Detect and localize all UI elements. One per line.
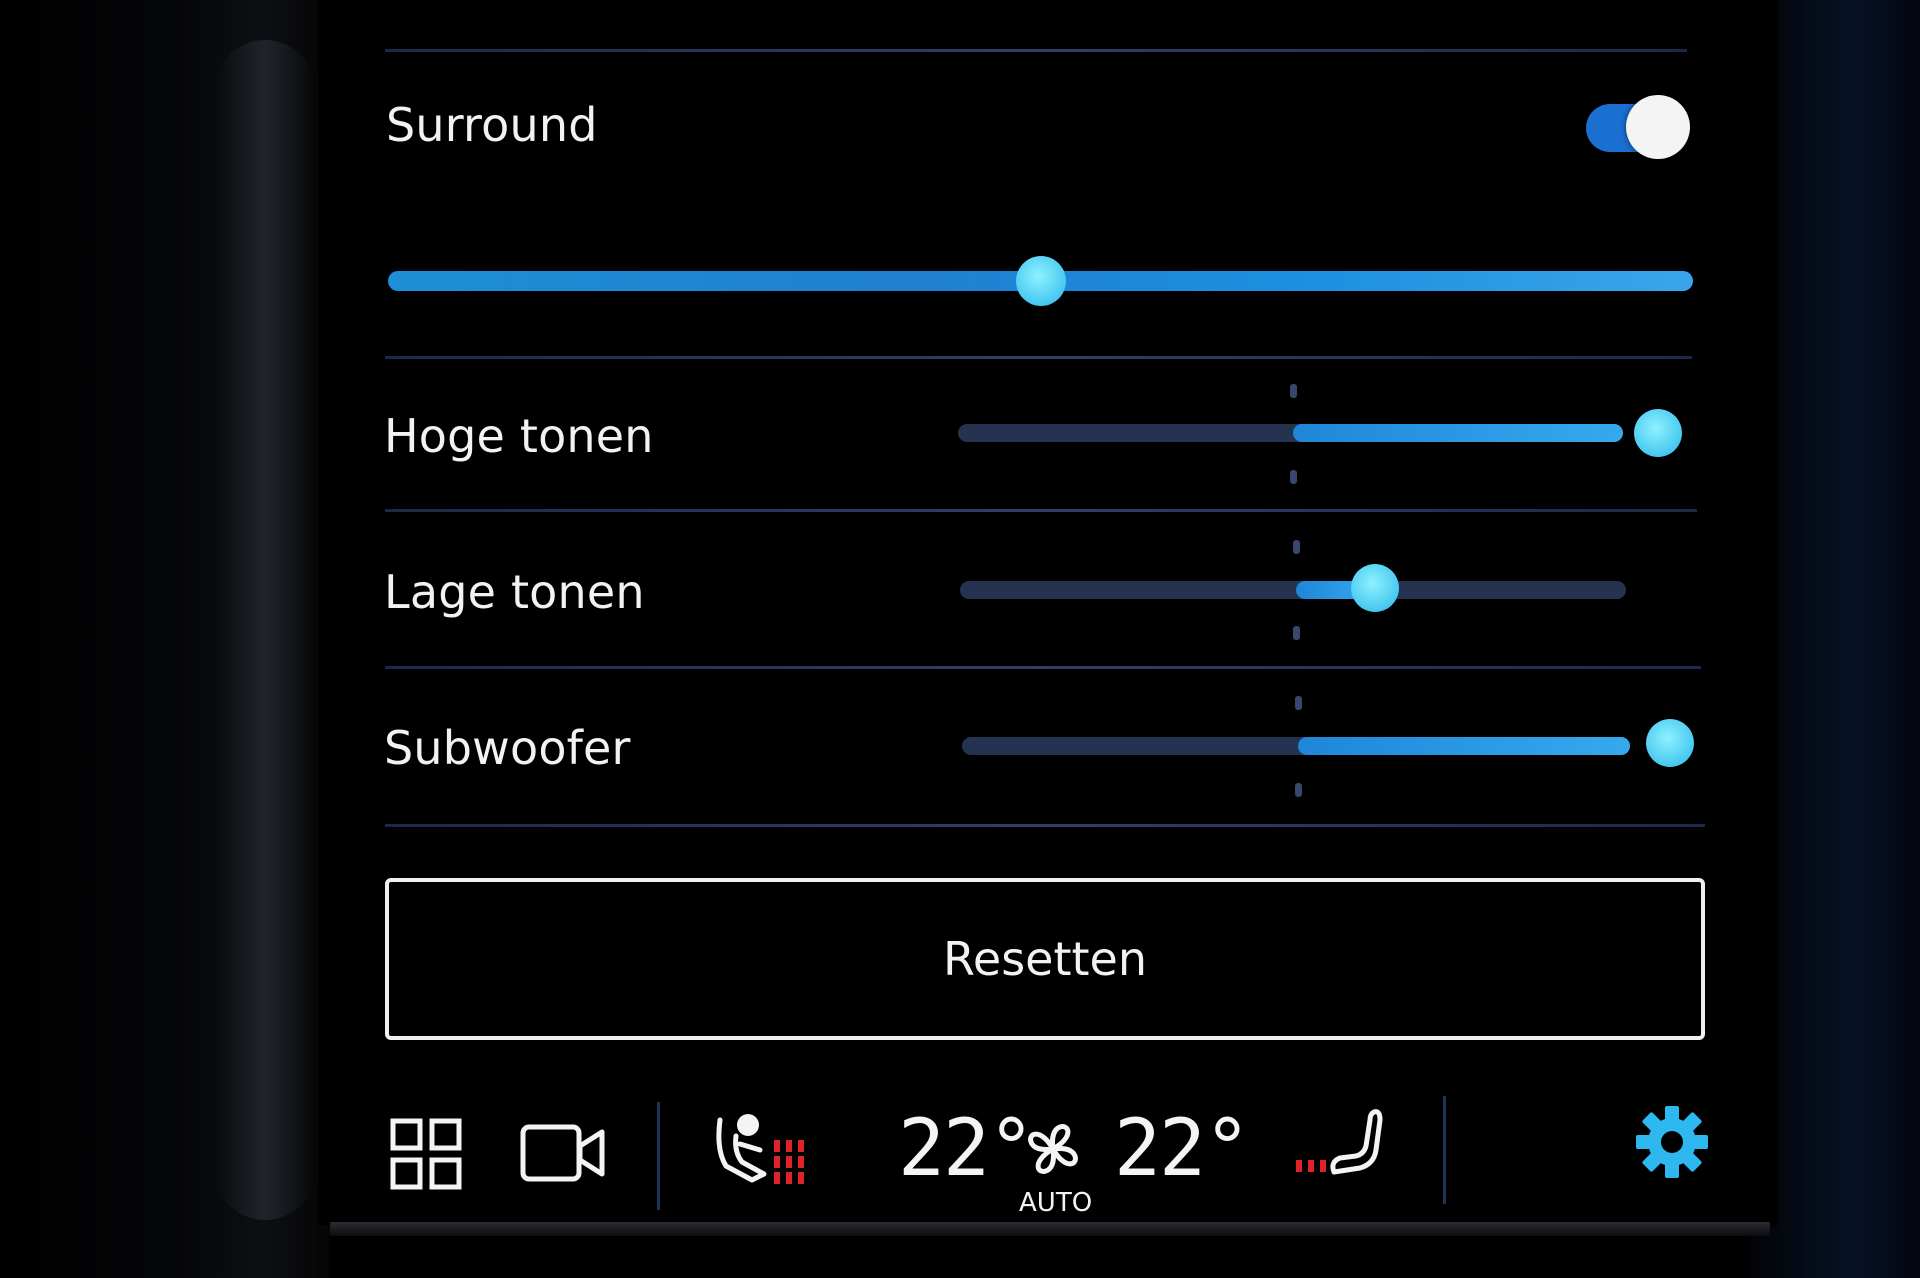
treble-label: Hoge tonen	[384, 409, 654, 463]
camera-icon[interactable]	[520, 1124, 606, 1186]
reset-button[interactable]: Resetten	[385, 878, 1705, 1040]
surround-toggle[interactable]	[1586, 95, 1690, 159]
bass-slider-track[interactable]	[960, 581, 1626, 599]
bar-separator-right	[1443, 1096, 1446, 1204]
subwoofer-slider-knob[interactable]	[1646, 719, 1694, 767]
temperature-left[interactable]: 22°	[898, 1110, 1035, 1188]
fan-mode-label: AUTO	[1019, 1188, 1093, 1218]
subwoofer-label: Subwoofer	[384, 721, 631, 775]
treble-center-tick-bottom	[1290, 470, 1297, 484]
divider-4	[385, 824, 1705, 827]
seat-heating-right-icon[interactable]	[1294, 1106, 1390, 1190]
divider-top	[385, 49, 1687, 52]
temperature-right[interactable]: 22°	[1114, 1110, 1251, 1188]
bass-label: Lage tonen	[384, 565, 645, 619]
surround-toggle-knob	[1626, 95, 1690, 159]
treble-slider-fill	[1293, 424, 1623, 442]
surround-label: Surround	[386, 98, 598, 152]
treble-center-tick-top	[1290, 384, 1297, 398]
treble-slider-knob[interactable]	[1634, 409, 1682, 457]
grid-icon[interactable]	[390, 1118, 462, 1194]
divider-1	[385, 356, 1692, 359]
bezel-bottom	[330, 1222, 1770, 1236]
bass-center-tick-top	[1293, 540, 1300, 554]
bass-slider-knob[interactable]	[1351, 564, 1400, 612]
seat-heating-left-icon[interactable]	[712, 1110, 812, 1192]
gear-icon[interactable]	[1634, 1104, 1710, 1184]
subwoofer-slider-fill	[1298, 737, 1630, 755]
bezel-glare	[215, 40, 315, 1220]
subwoofer-center-tick-bottom	[1295, 783, 1302, 797]
divider-2	[385, 509, 1697, 512]
divider-3	[385, 666, 1701, 669]
subwoofer-center-tick-top	[1295, 696, 1302, 710]
fan-icon[interactable]	[1022, 1118, 1084, 1184]
surround-slider-knob[interactable]	[1015, 256, 1066, 306]
bass-center-tick-bottom	[1293, 626, 1300, 640]
bar-separator-left	[657, 1102, 660, 1210]
